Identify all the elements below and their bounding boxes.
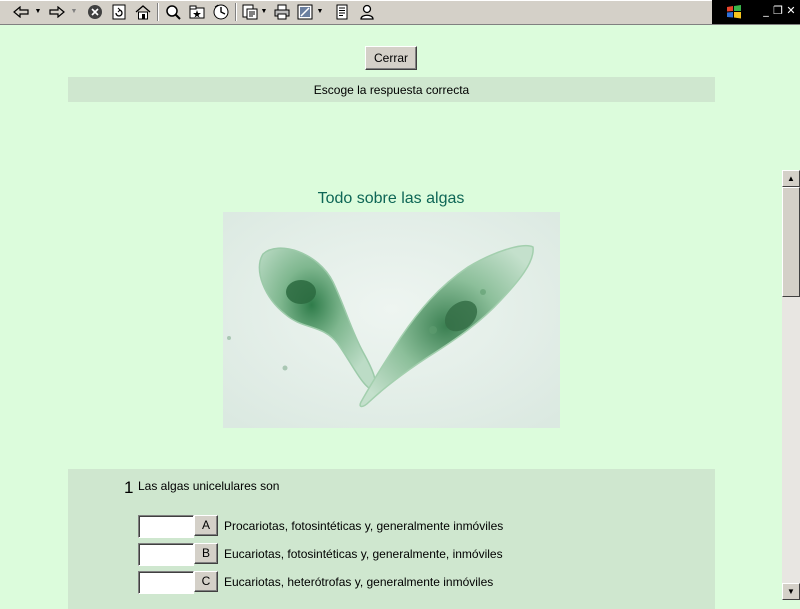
toolbar-separator xyxy=(235,3,237,21)
search-icon[interactable] xyxy=(162,2,184,22)
back-icon[interactable] xyxy=(10,2,32,22)
window-controls: _ ❐ ✕ xyxy=(756,0,800,24)
answer-input-c[interactable] xyxy=(138,571,194,594)
instruction-bar: Escoge la respuesta correcta xyxy=(68,77,715,102)
instruction-text: Escoge la respuesta correcta xyxy=(313,83,470,97)
mail-icon[interactable] xyxy=(240,2,260,22)
edit-dropdown-icon[interactable]: ▼ xyxy=(316,2,324,22)
browser-toolbar: ▼ ▼ ▼ ▼ _ ❐ ✕ xyxy=(0,0,800,25)
question-number: 1 xyxy=(124,478,134,497)
answer-text-c: Eucariotas, heterótrofas y, generalmente… xyxy=(224,575,494,589)
answer-button-c[interactable]: C xyxy=(194,571,218,592)
answer-input-a[interactable] xyxy=(138,515,194,538)
vertical-scrollbar[interactable]: ▲ ▼ xyxy=(782,170,800,600)
close-window-icon[interactable]: ✕ xyxy=(784,4,798,18)
toolbar-separator xyxy=(157,3,159,21)
forward-dropdown-icon[interactable]: ▼ xyxy=(69,2,79,22)
stop-icon[interactable] xyxy=(84,2,106,22)
print-icon[interactable] xyxy=(271,2,293,22)
favorites-icon[interactable] xyxy=(186,2,208,22)
history-icon[interactable] xyxy=(210,2,232,22)
windows-logo-icon xyxy=(712,0,756,24)
scroll-up-icon[interactable]: ▲ xyxy=(782,170,800,187)
answer-input-b[interactable] xyxy=(138,543,194,566)
question-text: Las algas unicelulares son xyxy=(138,479,280,493)
answer-text-a: Procariotas, fotosintéticas y, generalme… xyxy=(224,519,504,533)
discuss-icon[interactable] xyxy=(331,2,353,22)
home-icon[interactable] xyxy=(132,2,154,22)
algae-micrograph-image xyxy=(223,212,560,428)
back-dropdown-icon[interactable]: ▼ xyxy=(33,2,43,22)
scroll-down-icon[interactable]: ▼ xyxy=(782,583,800,600)
page-title: Todo sobre las algas xyxy=(317,190,465,207)
answer-button-a[interactable]: A xyxy=(194,515,218,536)
mail-dropdown-icon[interactable]: ▼ xyxy=(260,2,268,22)
answer-button-b[interactable]: B xyxy=(194,543,218,564)
restore-icon[interactable]: ❐ xyxy=(771,4,785,18)
forward-icon[interactable] xyxy=(46,2,68,22)
scrollbar-thumb[interactable] xyxy=(782,187,800,297)
edit-icon[interactable] xyxy=(295,2,315,22)
close-button[interactable]: Cerrar xyxy=(365,46,417,70)
answer-text-b: Eucariotas, fotosintéticas y, generalmen… xyxy=(224,547,503,561)
refresh-icon[interactable] xyxy=(108,2,130,22)
messenger-icon[interactable] xyxy=(356,2,378,22)
